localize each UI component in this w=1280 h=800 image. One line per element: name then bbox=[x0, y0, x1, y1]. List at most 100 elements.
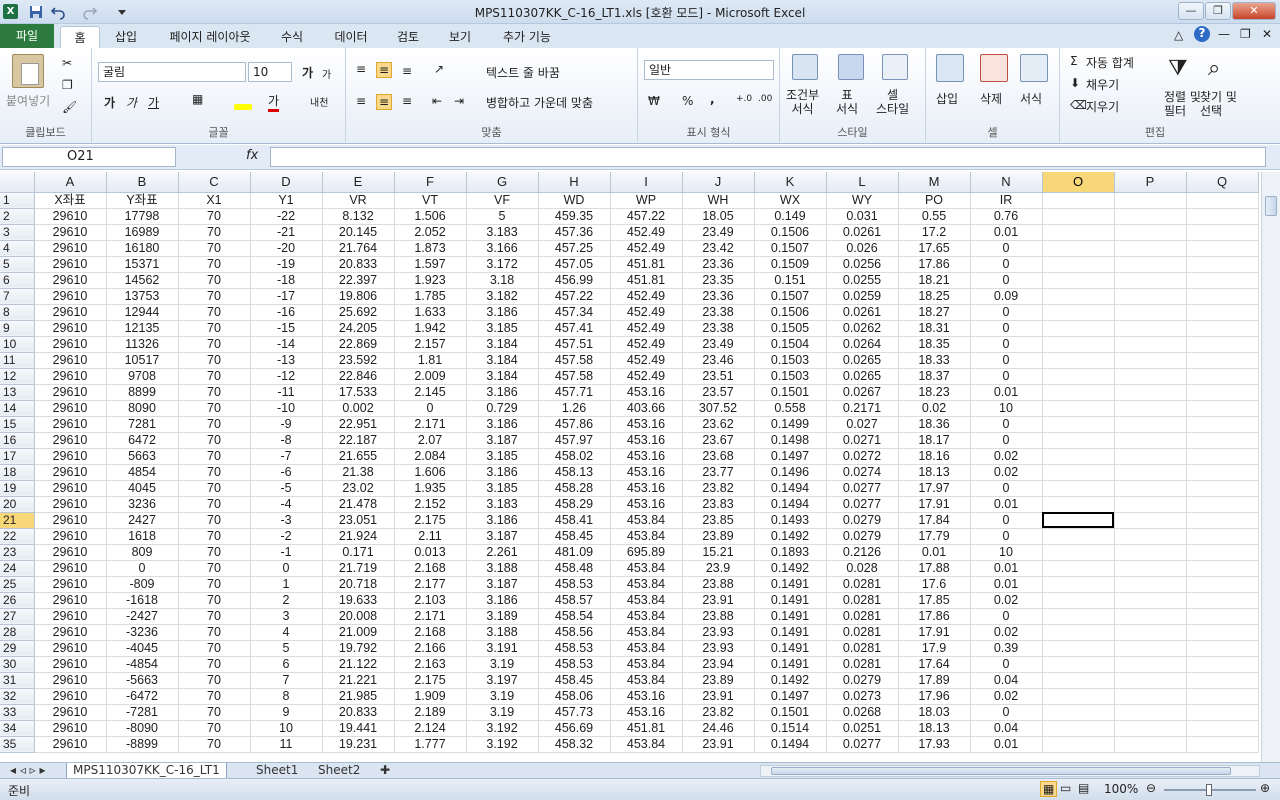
cell-l2[interactable]: 0.031 bbox=[826, 208, 899, 225]
cell-a30[interactable]: 29610 bbox=[34, 656, 107, 673]
cell-i3[interactable]: 452.49 bbox=[610, 224, 683, 241]
cell-l32[interactable]: 0.0273 bbox=[826, 688, 899, 705]
cell-k27[interactable]: 0.1491 bbox=[754, 608, 827, 625]
cell-g3[interactable]: 3.183 bbox=[466, 224, 539, 241]
cell-a33[interactable]: 29610 bbox=[34, 704, 107, 721]
cell-l28[interactable]: 0.0281 bbox=[826, 624, 899, 641]
cell-d27[interactable]: 3 bbox=[250, 608, 323, 625]
cell-e22[interactable]: 21.924 bbox=[322, 528, 395, 545]
cell-e20[interactable]: 21.478 bbox=[322, 496, 395, 513]
align-left-icon[interactable]: ≡ bbox=[356, 94, 366, 108]
cell-l21[interactable]: 0.0279 bbox=[826, 512, 899, 529]
cell-p18[interactable] bbox=[1114, 464, 1187, 481]
cell-k20[interactable]: 0.1494 bbox=[754, 496, 827, 513]
row-header[interactable]: 31 bbox=[0, 672, 35, 689]
cell-g22[interactable]: 3.187 bbox=[466, 528, 539, 545]
cell-n31[interactable]: 0.04 bbox=[970, 672, 1043, 689]
cell-o5[interactable] bbox=[1042, 256, 1115, 273]
cell-q7[interactable] bbox=[1186, 288, 1259, 305]
increase-decimal-icon[interactable]: +.0 bbox=[736, 94, 752, 104]
cell-b2[interactable]: 17798 bbox=[106, 208, 179, 225]
cell-c13[interactable]: 70 bbox=[178, 384, 251, 401]
cell-c2[interactable]: 70 bbox=[178, 208, 251, 225]
cell-a14[interactable]: 29610 bbox=[34, 400, 107, 417]
cell-e6[interactable]: 22.397 bbox=[322, 272, 395, 289]
cell-f16[interactable]: 2.07 bbox=[394, 432, 467, 449]
cell-a9[interactable]: 29610 bbox=[34, 320, 107, 337]
phonetic-button[interactable]: 내천 bbox=[310, 94, 328, 109]
tab-view[interactable]: 보기 bbox=[440, 26, 480, 48]
cell-g16[interactable]: 3.187 bbox=[466, 432, 539, 449]
cell-b13[interactable]: 8899 bbox=[106, 384, 179, 401]
cell-q1[interactable] bbox=[1186, 192, 1259, 209]
cell-b19[interactable]: 4045 bbox=[106, 480, 179, 497]
cell-q16[interactable] bbox=[1186, 432, 1259, 449]
bold-button[interactable]: 가 bbox=[104, 94, 115, 111]
cell-e10[interactable]: 22.869 bbox=[322, 336, 395, 353]
cell-p29[interactable] bbox=[1114, 640, 1187, 657]
row-header[interactable]: 15 bbox=[0, 416, 35, 433]
cell-a4[interactable]: 29610 bbox=[34, 240, 107, 257]
cell-i33[interactable]: 453.16 bbox=[610, 704, 683, 721]
cell-d32[interactable]: 8 bbox=[250, 688, 323, 705]
cell-f33[interactable]: 2.189 bbox=[394, 704, 467, 721]
zoom-slider-thumb[interactable] bbox=[1206, 784, 1212, 796]
cell-c28[interactable]: 70 bbox=[178, 624, 251, 641]
cell-d23[interactable]: -1 bbox=[250, 544, 323, 561]
cell-e13[interactable]: 17.533 bbox=[322, 384, 395, 401]
cell-g31[interactable]: 3.197 bbox=[466, 672, 539, 689]
cell-d31[interactable]: 7 bbox=[250, 672, 323, 689]
cell-f23[interactable]: 0.013 bbox=[394, 544, 467, 561]
cell-n29[interactable]: 0.39 bbox=[970, 640, 1043, 657]
cell-l35[interactable]: 0.0277 bbox=[826, 736, 899, 753]
cell-h6[interactable]: 456.99 bbox=[538, 272, 611, 289]
cell-k31[interactable]: 0.1492 bbox=[754, 672, 827, 689]
cell-g26[interactable]: 3.186 bbox=[466, 592, 539, 609]
cell-o15[interactable] bbox=[1042, 416, 1115, 433]
cell-d5[interactable]: -19 bbox=[250, 256, 323, 273]
cell-a11[interactable]: 29610 bbox=[34, 352, 107, 369]
cell-b33[interactable]: -7281 bbox=[106, 704, 179, 721]
fill-color-icon[interactable] bbox=[234, 104, 252, 110]
cell-e5[interactable]: 20.833 bbox=[322, 256, 395, 273]
cell-g4[interactable]: 3.166 bbox=[466, 240, 539, 257]
cell-l34[interactable]: 0.0251 bbox=[826, 720, 899, 737]
column-header-k[interactable]: K bbox=[754, 172, 827, 193]
cell-h25[interactable]: 458.53 bbox=[538, 576, 611, 593]
cell-e11[interactable]: 23.592 bbox=[322, 352, 395, 369]
cell-j13[interactable]: 23.57 bbox=[682, 384, 755, 401]
cell-e2[interactable]: 8.132 bbox=[322, 208, 395, 225]
cell-p34[interactable] bbox=[1114, 720, 1187, 737]
cell-d34[interactable]: 10 bbox=[250, 720, 323, 737]
cell-h10[interactable]: 457.51 bbox=[538, 336, 611, 353]
cell-g15[interactable]: 3.186 bbox=[466, 416, 539, 433]
cell-i11[interactable]: 452.49 bbox=[610, 352, 683, 369]
row-header[interactable]: 32 bbox=[0, 688, 35, 705]
insert-sheet-icon[interactable]: ✚ bbox=[374, 763, 396, 779]
cell-o31[interactable] bbox=[1042, 672, 1115, 689]
cell-m21[interactable]: 17.84 bbox=[898, 512, 971, 529]
cell-j17[interactable]: 23.68 bbox=[682, 448, 755, 465]
cell-m8[interactable]: 18.27 bbox=[898, 304, 971, 321]
cell-e15[interactable]: 22.951 bbox=[322, 416, 395, 433]
row-header[interactable]: 25 bbox=[0, 576, 35, 593]
cell-c4[interactable]: 70 bbox=[178, 240, 251, 257]
cell-q35[interactable] bbox=[1186, 736, 1259, 753]
row-header[interactable]: 3 bbox=[0, 224, 35, 241]
zoom-slider[interactable] bbox=[1164, 784, 1256, 796]
row-header[interactable]: 13 bbox=[0, 384, 35, 401]
cell-a35[interactable]: 29610 bbox=[34, 736, 107, 753]
format-cells-icon[interactable] bbox=[1020, 54, 1048, 82]
cell-o27[interactable] bbox=[1042, 608, 1115, 625]
cell-d4[interactable]: -20 bbox=[250, 240, 323, 257]
cell-b35[interactable]: -8899 bbox=[106, 736, 179, 753]
cell-f18[interactable]: 1.606 bbox=[394, 464, 467, 481]
cell-c27[interactable]: 70 bbox=[178, 608, 251, 625]
cell-i23[interactable]: 695.89 bbox=[610, 544, 683, 561]
column-header-n[interactable]: N bbox=[970, 172, 1043, 193]
cell-f20[interactable]: 2.152 bbox=[394, 496, 467, 513]
cell-h15[interactable]: 457.86 bbox=[538, 416, 611, 433]
cell-q30[interactable] bbox=[1186, 656, 1259, 673]
cell-n12[interactable]: 0 bbox=[970, 368, 1043, 385]
cell-e19[interactable]: 23.02 bbox=[322, 480, 395, 497]
